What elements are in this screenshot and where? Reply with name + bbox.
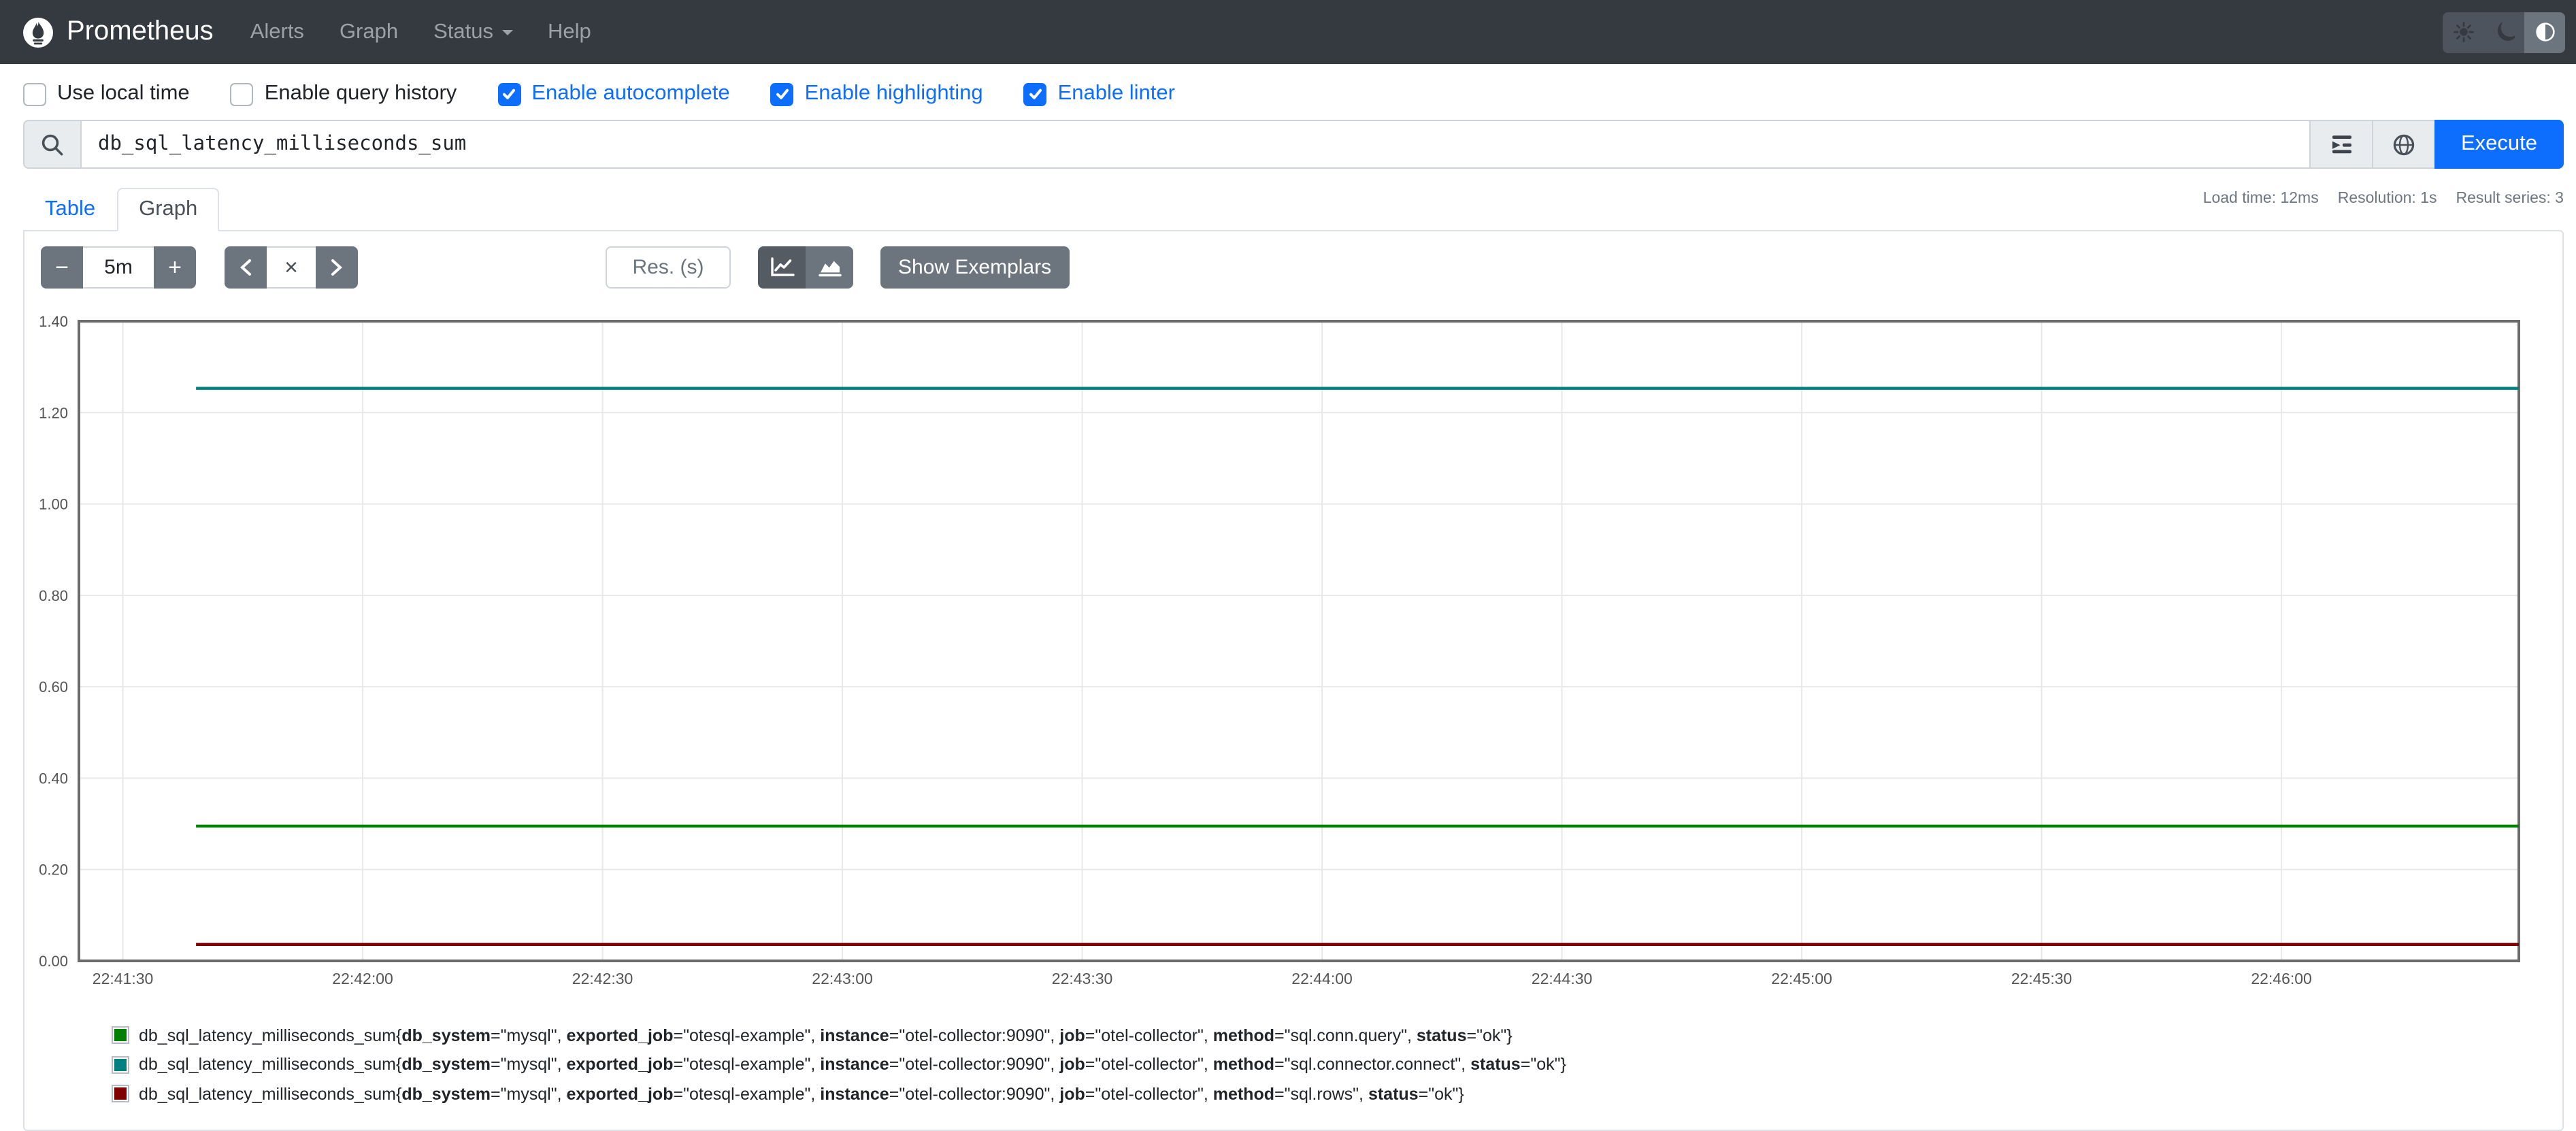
time-series-chart[interactable]: 0.00 0.20 0.40 0.60 0.80 1.00 1.20 1.40 22:41:30… [24,289,2562,991]
series-color-swatch [112,1056,129,1074]
svg-text:0.40: 0.40 [39,770,68,787]
stacked-chart-button[interactable] [806,246,853,289]
tabs-row: Table Graph Load time: 12ms Resolution: … [23,188,2564,230]
load-time: Load time: 12ms [2203,191,2319,230]
legend-item[interactable]: db_sql_latency_milliseconds_sum{db_syste… [112,1050,2562,1079]
stacked-chart-icon [817,257,842,278]
tab-graph[interactable]: Graph [117,188,219,231]
svg-text:22:44:30: 22:44:30 [1532,970,1593,987]
checkbox-box[interactable] [497,82,521,105]
line-chart-button[interactable] [758,246,806,289]
checkbox-enable-highlighting[interactable]: Enable highlighting [771,82,983,106]
line-chart-icon [770,257,794,278]
svg-text:1.00: 1.00 [39,496,68,513]
resolution-input[interactable] [606,246,731,289]
checkbox-use-local-time[interactable]: Use local time [23,82,190,106]
prometheus-logo-icon [23,17,53,47]
series-selector-text: db_sql_latency_milliseconds_sum{db_syste… [139,1055,1566,1075]
metrics-explorer-button[interactable] [2309,120,2373,169]
resolution: Resolution: 1s [2338,191,2437,230]
svg-text:1.20: 1.20 [39,404,68,421]
nav-item-graph[interactable]: Graph [322,20,416,44]
shift-back-button[interactable] [225,246,267,289]
svg-text:22:46:00: 22:46:00 [2251,970,2312,987]
check-icon [1027,86,1044,102]
series-color-swatch [112,1085,129,1103]
clear-end-time-button[interactable]: × [267,246,316,289]
query-bar: Execute [23,120,2564,169]
increase-range-button[interactable]: + [154,246,196,289]
chart-legend: db_sql_latency_milliseconds_sum{db_syste… [24,991,2562,1109]
legend-item[interactable]: db_sql_latency_milliseconds_sum{db_syste… [112,1079,2562,1109]
light-theme-button[interactable] [2443,12,2483,52]
tab-table[interactable]: Table [23,188,117,231]
range-group: − + [41,246,196,289]
options-row: Use local time Enable query history Enab… [0,64,2576,120]
theme-toggle-group [2443,12,2565,52]
chevron-down-icon [501,29,512,35]
svg-text:22:43:30: 22:43:30 [1052,970,1113,987]
show-exemplars-button[interactable]: Show Exemplars [880,246,1069,289]
svg-text:22:44:00: 22:44:00 [1291,970,1353,987]
chart-type-toggle [758,246,853,289]
checkbox-enable-autocomplete[interactable]: Enable autocomplete [497,82,729,106]
checkbox-enable-query-history[interactable]: Enable query history [231,82,457,106]
legend-item[interactable]: db_sql_latency_milliseconds_sum{db_syste… [112,1021,2562,1050]
svg-text:1.40: 1.40 [39,313,68,330]
nav-item-alerts[interactable]: Alerts [233,20,322,44]
checkbox-box[interactable] [231,82,254,105]
range-input[interactable] [83,246,154,289]
graph-panel: − + × [23,230,2564,1131]
nav-item-status-dropdown[interactable]: Status [416,20,530,44]
checkbox-enable-linter[interactable]: Enable linter [1024,82,1175,106]
svg-text:22:45:00: 22:45:00 [1771,970,1832,987]
decrease-range-button[interactable]: − [41,246,83,289]
svg-text:22:42:30: 22:42:30 [572,970,633,987]
check-icon [501,86,517,102]
series-color-swatch [112,1027,129,1045]
circle-half-icon [2534,22,2555,42]
series-selector-text: db_sql_latency_milliseconds_sum{db_syste… [139,1026,1513,1045]
checkbox-box[interactable] [23,82,46,105]
metrics-explorer-icon [2329,133,2354,155]
auto-theme-button[interactable] [2524,12,2565,52]
shift-forward-button[interactable] [316,246,358,289]
checkbox-box[interactable] [1024,82,1047,105]
svg-text:0.80: 0.80 [39,587,68,604]
svg-text:0.60: 0.60 [39,678,68,695]
svg-text:0.20: 0.20 [39,862,68,879]
graph-controls: − + × [24,231,2562,289]
svg-text:22:41:30: 22:41:30 [93,970,154,987]
result-series: Result series: 3 [2456,191,2564,230]
close-icon: × [284,254,298,281]
check-icon [774,86,791,102]
globe-icon [2392,133,2415,156]
navbar: Prometheus Alerts Graph Status Help [0,0,2576,64]
sun-icon [2453,22,2473,42]
end-time-group: × [225,246,358,289]
moon-icon [2494,22,2514,42]
nav-item-help[interactable]: Help [530,20,609,44]
svg-text:22:43:00: 22:43:00 [812,970,873,987]
svg-text:22:42:00: 22:42:00 [332,970,393,987]
checkbox-box[interactable] [771,82,794,105]
query-stats: Load time: 12ms Resolution: 1s Result se… [2203,188,2564,230]
query-expression-input[interactable] [80,120,2311,169]
prometheus-brand[interactable]: Prometheus [23,16,214,48]
search-icon [41,133,64,156]
series-selector-text: db_sql_latency_milliseconds_sum{db_syste… [139,1085,1464,1104]
chart-canvas[interactable]: 0.00 0.20 0.40 0.60 0.80 1.00 1.20 1.40 22:41:30… [24,299,2562,991]
local-time-globe-button[interactable] [2372,120,2436,169]
execute-button[interactable]: Execute [2434,120,2564,169]
chevron-right-icon [331,259,343,276]
chevron-left-icon [240,259,252,276]
dark-theme-button[interactable] [2483,12,2524,52]
svg-text:0.00: 0.00 [39,953,68,970]
svg-text:22:45:30: 22:45:30 [2011,970,2073,987]
search-addon [23,120,82,169]
brand-title: Prometheus [67,16,214,48]
